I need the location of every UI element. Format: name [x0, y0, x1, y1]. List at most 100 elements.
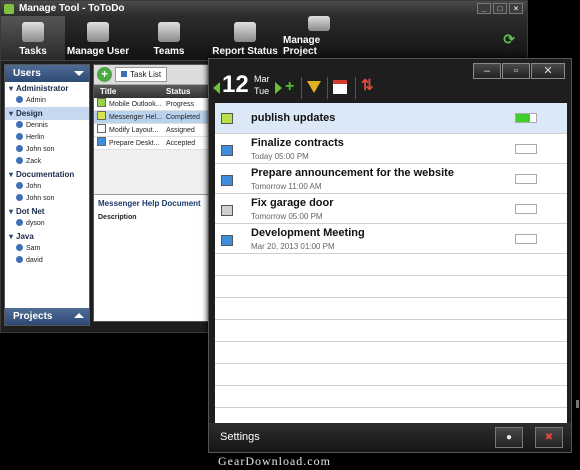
- list-item[interactable]: Finalize contracts Today 05:00 PM: [215, 134, 567, 164]
- sort-icon[interactable]: ⇅: [361, 78, 374, 94]
- maximize-button[interactable]: ▫: [502, 63, 530, 79]
- teams-icon: [158, 22, 180, 42]
- task-checkbox[interactable]: [221, 205, 233, 216]
- task-due: Today 05:00 PM: [251, 152, 309, 161]
- manage-user-icon: [87, 22, 109, 42]
- task-title: Fix garage door: [251, 197, 334, 209]
- manage-project-button[interactable]: Manage Project: [283, 16, 355, 60]
- manage-tool-titlebar: Manage Tool - ToToDo _ □ ×: [1, 1, 527, 17]
- task-due: Tomorrow 05:00 PM: [251, 212, 323, 221]
- group-dot-net[interactable]: Dot Net: [5, 205, 89, 218]
- next-day-icon[interactable]: [275, 82, 282, 94]
- user-item[interactable]: Zack: [5, 156, 89, 168]
- detail-description-label: Description: [98, 214, 137, 221]
- group-documentation[interactable]: Documentation: [5, 168, 89, 181]
- table-row[interactable]: Prepare Deskt... Accepted: [94, 137, 212, 150]
- tasks-button[interactable]: Tasks: [1, 16, 65, 60]
- date-month: Mar: [254, 74, 270, 84]
- divider: [301, 77, 302, 99]
- task-progress: [515, 174, 537, 184]
- date-toolbar: 12 Mar Tue + ⇅: [209, 68, 469, 106]
- task-checkbox[interactable]: [221, 113, 233, 124]
- tab-task-list[interactable]: Task List: [115, 67, 168, 82]
- date-day: 12: [222, 71, 249, 98]
- task-due: Tomorrow 11:00 AM: [251, 182, 322, 191]
- add-task-button[interactable]: +: [97, 67, 112, 82]
- task-progress: [515, 144, 537, 154]
- user-item[interactable]: John: [5, 181, 89, 193]
- filter-icon[interactable]: [307, 81, 321, 93]
- user-item[interactable]: John son: [5, 144, 89, 156]
- teams-button[interactable]: Teams: [131, 16, 207, 60]
- task-checkbox[interactable]: [221, 145, 233, 156]
- task-title: Prepare announcement for the website: [251, 167, 454, 179]
- user-item[interactable]: John son: [5, 193, 89, 205]
- task-detail: Messenger Help Document Description: [94, 194, 212, 321]
- task-title: Development Meeting: [251, 227, 365, 239]
- task-progress: [515, 204, 537, 214]
- list-item[interactable]: Development Meeting Mar 20, 2013 01:00 P…: [215, 224, 567, 254]
- table-row[interactable]: Mobile Outlook... Progress: [94, 98, 212, 111]
- column-title[interactable]: Title: [94, 85, 166, 98]
- task-due: Mar 20, 2013 01:00 PM: [251, 242, 335, 251]
- close-button[interactable]: ×: [509, 3, 523, 14]
- user-item[interactable]: Admin: [5, 95, 89, 107]
- group-java[interactable]: Java: [5, 230, 89, 243]
- column-status[interactable]: Status: [166, 85, 190, 98]
- task-progress: [515, 113, 537, 123]
- user-item[interactable]: Herlin: [5, 132, 89, 144]
- group-design[interactable]: Design: [5, 107, 89, 120]
- empty-row: [215, 364, 567, 386]
- users-header[interactable]: Users: [5, 65, 89, 82]
- desktop: Manage Tool - ToToDo _ □ × Tasks Manage …: [0, 0, 580, 470]
- task-progress: [515, 234, 537, 244]
- expand-icon: [74, 313, 84, 318]
- add-task-icon[interactable]: +: [285, 79, 294, 95]
- list-item[interactable]: Prepare announcement for the website Tom…: [215, 164, 567, 194]
- empty-row: [215, 276, 567, 298]
- watermark: GearDownload.com: [218, 454, 331, 468]
- task-list: publish updates Finalize contracts Today…: [215, 103, 567, 425]
- window-title: Manage Tool - ToToDo: [19, 3, 125, 14]
- footer-bar: Settings ● ✖: [209, 423, 571, 452]
- task-list-panel: + Task List Title Status Mobile Outlook.…: [93, 64, 213, 322]
- user-item[interactable]: Dennis: [5, 120, 89, 132]
- user-item[interactable]: dyson: [5, 218, 89, 230]
- divider: [355, 77, 356, 99]
- report-status-button[interactable]: Report Status: [207, 16, 283, 60]
- user-item[interactable]: Sam: [5, 243, 89, 255]
- projects-header[interactable]: Projects: [5, 308, 89, 325]
- maximize-button[interactable]: □: [493, 3, 507, 14]
- task-list-header: Title Status: [94, 85, 212, 98]
- user-item[interactable]: david: [5, 255, 89, 267]
- minimize-button[interactable]: _: [477, 3, 491, 14]
- settings-button[interactable]: Settings: [220, 431, 260, 443]
- delete-icon[interactable]: ✖: [535, 427, 563, 448]
- group-administrator[interactable]: Administrator: [5, 82, 89, 95]
- report-status-icon: [234, 22, 256, 42]
- refresh-icon[interactable]: ⟳: [503, 31, 515, 48]
- empty-row: [215, 254, 567, 276]
- task-checkbox[interactable]: [221, 235, 233, 246]
- list-item[interactable]: publish updates: [215, 103, 567, 134]
- manage-user-button[interactable]: Manage User: [65, 16, 131, 60]
- task-checkbox[interactable]: [221, 175, 233, 186]
- detail-title: Messenger Help Document: [98, 199, 201, 208]
- totodo-window: – ▫ ✕ 12 Mar Tue + ⇅ publish updates Fin…: [208, 58, 572, 453]
- calendar-icon[interactable]: [333, 80, 347, 94]
- list-item[interactable]: Fix garage door Tomorrow 05:00 PM: [215, 194, 567, 224]
- table-row[interactable]: Modify Layout... Assigned: [94, 124, 212, 137]
- users-icon[interactable]: ●: [495, 427, 523, 448]
- table-row[interactable]: Messenger Hel... Completed: [94, 111, 212, 124]
- previous-day-icon[interactable]: [213, 82, 220, 94]
- divider: [327, 77, 328, 99]
- minimize-button[interactable]: –: [473, 63, 501, 79]
- scrollbar[interactable]: [576, 400, 579, 408]
- task-title: Finalize contracts: [251, 137, 344, 149]
- empty-row: [215, 320, 567, 342]
- users-panel: Users Administrator Admin Design Dennis …: [4, 64, 90, 326]
- task-list-bar: + Task List: [94, 65, 212, 85]
- empty-row: [215, 298, 567, 320]
- close-button[interactable]: ✕: [531, 63, 565, 79]
- empty-row: [215, 342, 567, 364]
